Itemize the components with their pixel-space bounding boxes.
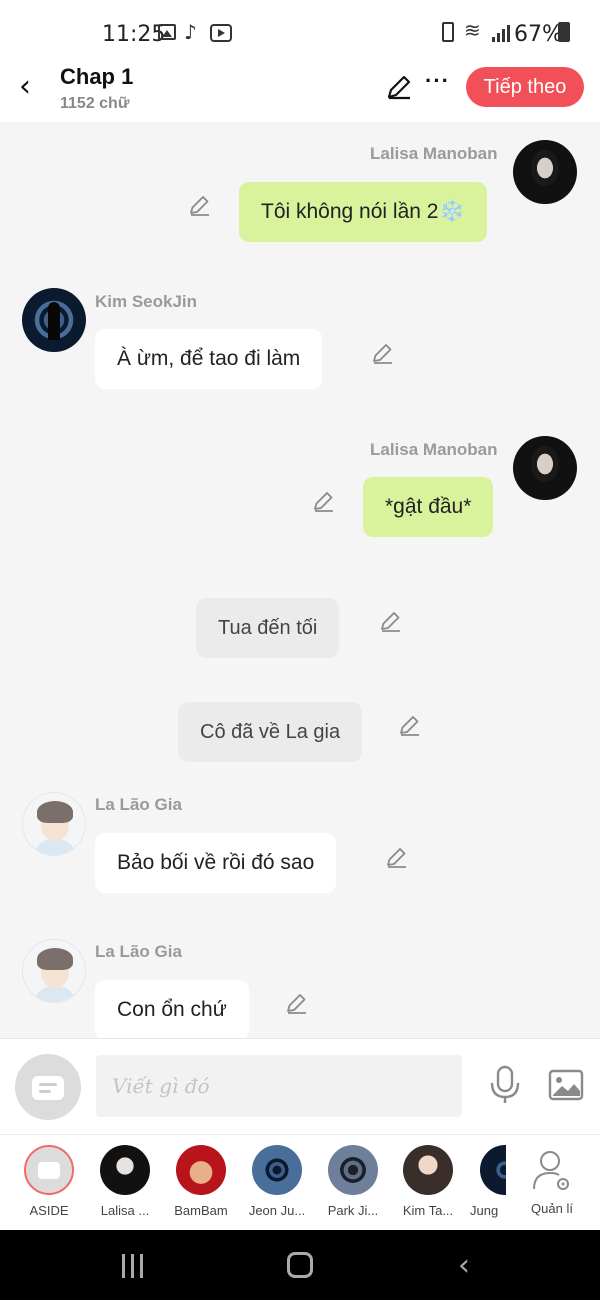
pencil-icon[interactable] — [378, 608, 404, 634]
character-item[interactable]: Kim Ta... — [393, 1145, 463, 1218]
gallery-icon — [158, 24, 176, 40]
pencil-icon[interactable] — [187, 192, 213, 218]
avatar — [328, 1145, 378, 1195]
battery-saver-icon — [442, 22, 454, 42]
character-aside[interactable]: ASIDE — [14, 1145, 84, 1218]
sender-name: Lalisa Manoban — [370, 440, 498, 459]
youtube-icon — [210, 24, 232, 42]
word-count: 1152 chữ — [60, 95, 130, 112]
pencil-icon[interactable] — [370, 340, 396, 366]
chapter-header: ‹ Chap 1 1152 chữ ··· Tiếp theo — [0, 60, 600, 122]
wifi-icon: ≋ — [464, 18, 481, 42]
sender-name: La Lão Gia — [95, 942, 182, 961]
avatar — [176, 1145, 226, 1195]
aside-toggle-button[interactable] — [15, 1054, 81, 1120]
avatar — [252, 1145, 302, 1195]
status-bar: 11:25 ♪ ≋ 67% — [0, 0, 600, 60]
pencil-icon[interactable] — [397, 712, 423, 738]
narration-bubble[interactable]: Tua đến tối — [196, 598, 340, 658]
avatar[interactable] — [22, 792, 86, 856]
pencil-icon[interactable] — [384, 844, 410, 870]
character-label: BamBam — [174, 1203, 228, 1218]
avatar[interactable] — [22, 939, 86, 1003]
narration-bubble[interactable]: Cô đã về La gia — [178, 702, 363, 762]
character-item[interactable]: Jung — [470, 1145, 506, 1218]
image-icon[interactable] — [548, 1069, 584, 1101]
next-chapter-button[interactable]: Tiếp theo — [466, 67, 584, 107]
character-item[interactable]: Lalisa ... — [90, 1145, 160, 1218]
message-bubble[interactable]: Tôi không nói lần 2❄️ — [239, 182, 487, 242]
sender-name: Kim SeokJin — [95, 292, 198, 311]
character-label: ASIDE — [29, 1203, 69, 1218]
character-label: Lalisa ... — [100, 1203, 150, 1218]
nav-back-icon[interactable]: ‹ — [458, 1248, 470, 1283]
message-input[interactable] — [96, 1055, 462, 1117]
aside-icon — [24, 1145, 74, 1195]
message-bubble[interactable]: Con ổn chứ — [95, 980, 249, 1038]
recent-apps-icon[interactable] — [120, 1254, 146, 1278]
back-button[interactable]: ‹ — [10, 70, 40, 104]
character-item[interactable]: Jeon Ju... — [242, 1145, 312, 1218]
page-title: Chap 1 — [60, 64, 134, 89]
status-time: 11:25 — [102, 22, 166, 47]
home-icon[interactable] — [287, 1252, 313, 1278]
edit-chapter-icon[interactable] — [385, 73, 413, 101]
system-nav-bar: ‹ — [0, 1230, 600, 1300]
sender-name: Lalisa Manoban — [370, 144, 498, 163]
character-label: Kim Ta... — [402, 1203, 454, 1218]
message-bubble[interactable]: *gật đầu* — [363, 477, 494, 537]
pencil-icon[interactable] — [311, 488, 337, 514]
signal-icon — [492, 24, 510, 42]
avatar[interactable] — [513, 436, 577, 500]
pencil-icon[interactable] — [284, 990, 310, 1016]
avatar — [403, 1145, 453, 1195]
message-composer — [0, 1038, 600, 1134]
character-label: Jeon Ju... — [248, 1203, 306, 1218]
tiktok-icon: ♪ — [184, 20, 197, 44]
manage-label: Quản lí — [531, 1201, 573, 1216]
character-label: Park Ji... — [327, 1203, 379, 1218]
character-item[interactable]: Park Ji... — [318, 1145, 388, 1218]
message-bubble[interactable]: Bảo bối về rồi đó sao — [95, 833, 337, 893]
manage-characters-button[interactable]: Quản lí — [512, 1145, 592, 1216]
sender-name: La Lão Gia — [95, 795, 182, 814]
battery-icon — [558, 22, 570, 42]
battery-percent: 67% — [514, 22, 563, 47]
more-options-button[interactable]: ··· — [425, 68, 450, 94]
character-item[interactable]: BamBam — [166, 1145, 236, 1218]
microphone-icon[interactable] — [488, 1065, 522, 1105]
avatar — [480, 1145, 506, 1195]
chat-area[interactable]: Lalisa Manoban Tôi không nói lần 2❄️ Kim… — [0, 122, 600, 1038]
character-bar: ASIDE Lalisa ... BamBam Jeon Ju... Park … — [0, 1134, 600, 1230]
avatar[interactable] — [22, 288, 86, 352]
message-bubble[interactable]: À ừm, để tao đi làm — [95, 329, 323, 389]
user-settings-icon — [533, 1151, 569, 1190]
avatar — [100, 1145, 150, 1195]
avatar[interactable] — [513, 140, 577, 204]
character-label: Jung — [470, 1203, 499, 1218]
